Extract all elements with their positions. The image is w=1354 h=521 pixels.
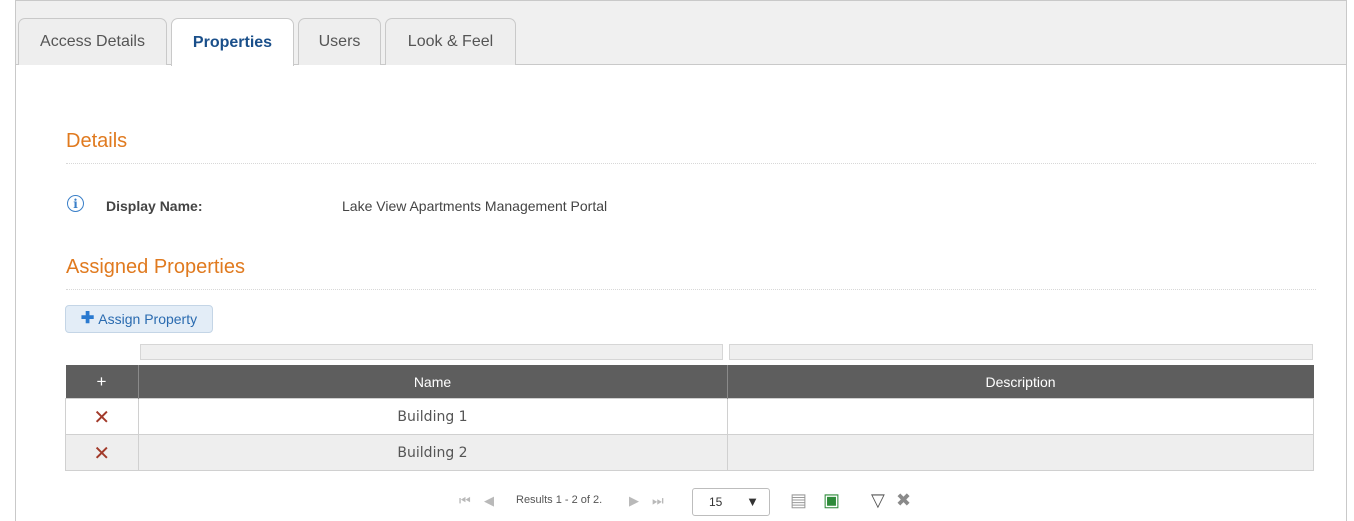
name-cell: Building 2 — [137, 434, 728, 471]
description-cell — [726, 434, 1314, 471]
page-size-select[interactable]: 15 ▼ — [692, 488, 770, 516]
display-name-label: Display Name: — [106, 198, 203, 214]
description-filter-input[interactable] — [729, 344, 1313, 360]
name-cell: Building 1 — [137, 398, 728, 435]
table-header-row: + Name Description — [65, 365, 1314, 399]
info-icon[interactable]: i — [67, 195, 84, 212]
pager: ⏮ ◀ Results 1 - 2 of 2. ▶ ⏭ 15 ▼ ▤ ▣ ▽ ✖ — [16, 486, 1346, 516]
tab-label: Properties — [192, 33, 273, 51]
export-document-icon[interactable]: ▤ — [790, 490, 807, 511]
add-row-header[interactable]: + — [65, 365, 139, 399]
tab-users[interactable]: Users — [298, 18, 381, 65]
name-filter-input[interactable] — [140, 344, 723, 360]
last-page-icon[interactable]: ⏭ — [652, 493, 664, 509]
page-size-value: 15 — [709, 495, 723, 509]
divider — [66, 289, 1316, 290]
page-frame: Access Details Properties Users Look & F… — [15, 0, 1347, 521]
filter-icon[interactable]: ▽ — [871, 490, 885, 511]
assigned-properties-heading: Assigned Properties — [66, 256, 245, 278]
tab-label: Access Details — [40, 33, 145, 50]
delete-row-icon[interactable]: ✕ — [93, 405, 110, 429]
previous-page-icon[interactable]: ◀ — [484, 493, 494, 509]
export-excel-icon[interactable]: ▣ — [823, 490, 840, 511]
name-column-header[interactable]: Name — [138, 365, 728, 399]
assign-property-button[interactable]: ✚ Assign Property — [65, 305, 213, 333]
next-page-icon[interactable]: ▶ — [629, 493, 639, 509]
chevron-down-icon: ▼ — [746, 494, 759, 509]
details-heading: Details — [66, 130, 128, 152]
assign-property-label: Assign Property — [98, 311, 198, 327]
display-name-value: Lake View Apartments Management Portal — [342, 198, 608, 214]
table-row: ✕ Building 2 — [65, 434, 1314, 471]
clear-filter-icon[interactable]: ✖ — [896, 490, 911, 511]
plus-icon: ✚ — [80, 310, 95, 327]
delete-row-icon[interactable]: ✕ — [93, 441, 110, 465]
description-column-header[interactable]: Description — [727, 365, 1314, 399]
tab-label: Look & Feel — [407, 33, 494, 50]
tab-label: Users — [318, 33, 361, 50]
table-row: ✕ Building 1 — [65, 398, 1314, 435]
properties-table: + Name Description ✕ Building 1 ✕ Buildi… — [65, 365, 1314, 471]
tab-access-details[interactable]: Access Details — [18, 18, 167, 65]
results-text: Results 1 - 2 of 2. — [516, 494, 603, 506]
first-page-icon[interactable]: ⏮ — [459, 493, 471, 509]
tab-look-feel[interactable]: Look & Feel — [385, 18, 516, 65]
divider — [66, 163, 1316, 164]
description-cell — [726, 398, 1314, 435]
tab-properties[interactable]: Properties — [171, 18, 294, 66]
delete-cell: ✕ — [65, 434, 139, 471]
tab-bar: Access Details Properties Users Look & F… — [16, 1, 1346, 66]
delete-cell: ✕ — [65, 398, 139, 435]
